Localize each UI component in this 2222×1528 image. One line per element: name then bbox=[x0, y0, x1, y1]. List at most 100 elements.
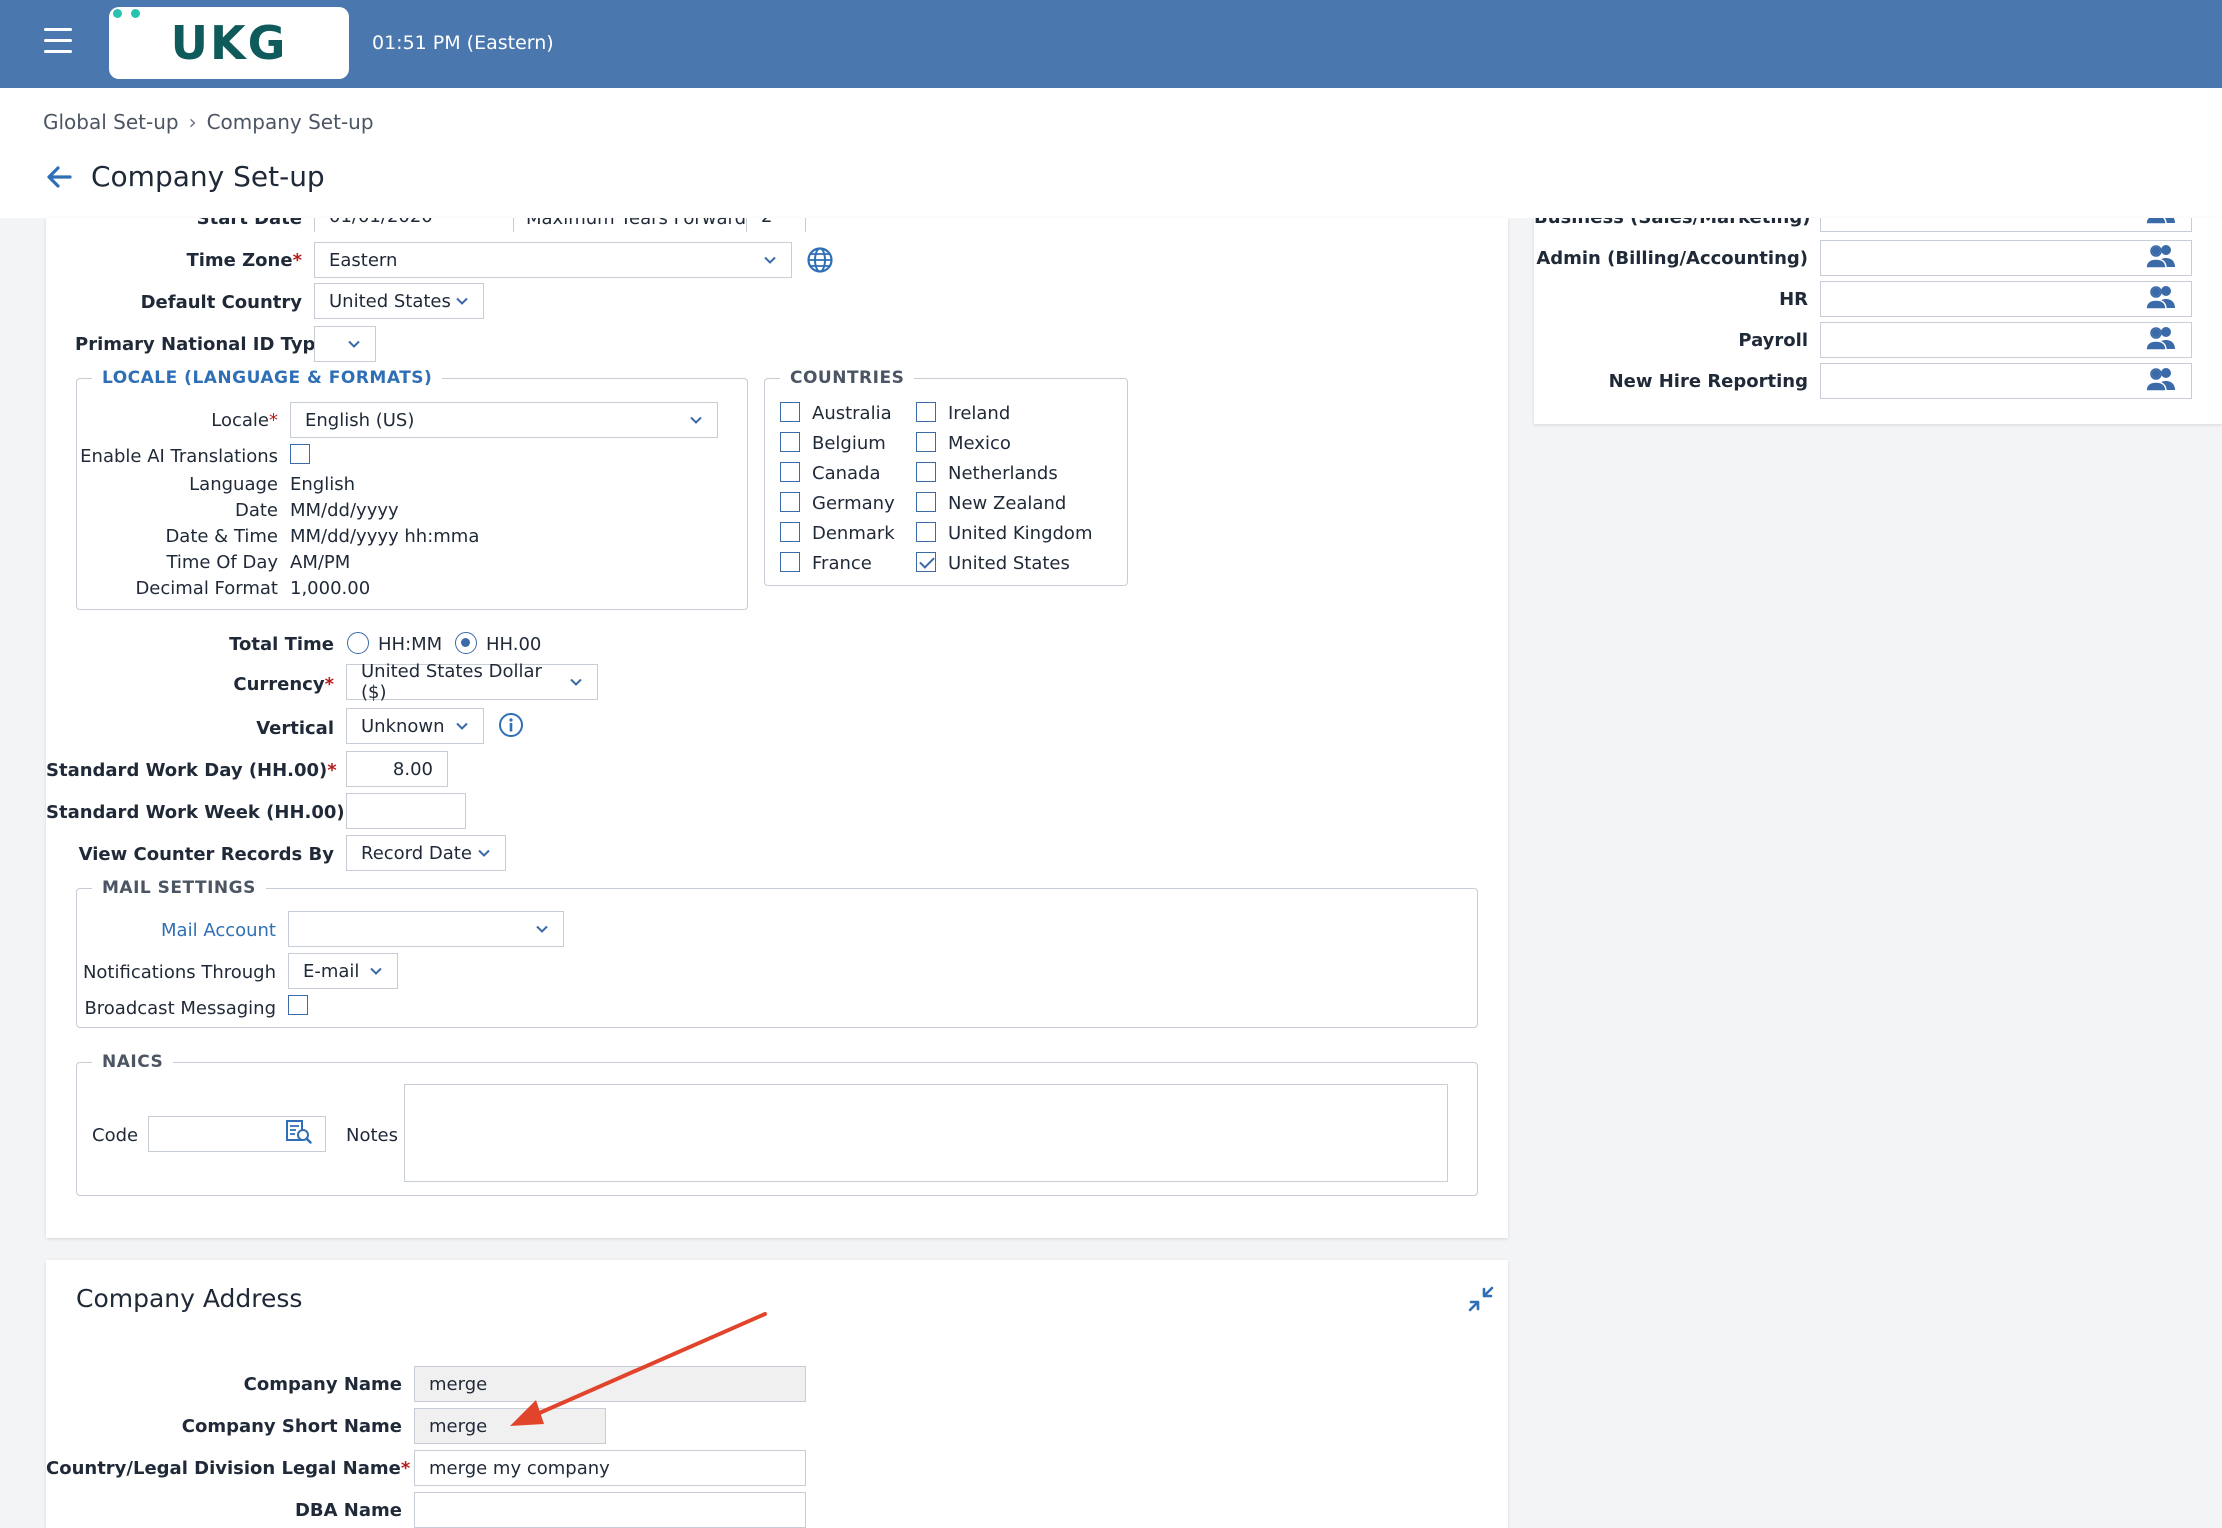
country-label: United Kingdom bbox=[948, 523, 1093, 544]
datetime-format-value: MM/dd/yyyy hh:mma bbox=[290, 526, 480, 547]
time-zone-select[interactable]: Eastern bbox=[314, 242, 792, 278]
counter-records-label: View Counter Records By bbox=[78, 844, 334, 865]
users-icon[interactable] bbox=[2145, 218, 2177, 230]
business-contact-input[interactable] bbox=[1820, 218, 2192, 232]
default-country-select[interactable]: United States bbox=[314, 283, 484, 319]
notifications-select[interactable]: E-mail bbox=[288, 953, 398, 989]
country-checkbox[interactable] bbox=[780, 492, 800, 512]
country-label: France bbox=[812, 553, 872, 574]
ai-translations-checkbox[interactable] bbox=[290, 444, 310, 464]
mail-account-select[interactable] bbox=[288, 911, 564, 947]
country-checkbox[interactable] bbox=[916, 552, 936, 572]
country-checkbox[interactable] bbox=[780, 522, 800, 542]
vertical-label: Vertical bbox=[256, 718, 334, 739]
vertical-value: Unknown bbox=[361, 715, 445, 737]
counter-records-select[interactable]: Record Date bbox=[346, 835, 506, 871]
datetime-format-label: Date & Time bbox=[165, 526, 278, 547]
country-checkbox[interactable] bbox=[916, 492, 936, 512]
broadcast-checkbox[interactable] bbox=[288, 995, 308, 1015]
locale-select[interactable]: English (US) bbox=[290, 402, 718, 438]
naics-code-label: Code bbox=[92, 1125, 139, 1146]
contact-input[interactable] bbox=[1820, 281, 2192, 317]
broadcast-label: Broadcast Messaging bbox=[84, 998, 276, 1019]
mail-account-link[interactable]: Mail Account bbox=[76, 920, 276, 941]
country-checkbox[interactable] bbox=[916, 402, 936, 422]
globe-icon[interactable] bbox=[806, 246, 834, 279]
time-zone-label: Time Zone* bbox=[186, 250, 302, 271]
company-short-name-value: merge bbox=[429, 1415, 488, 1437]
decimal-format-label: Decimal Format bbox=[135, 578, 278, 599]
chevron-down-icon bbox=[347, 337, 361, 351]
contact-label: Payroll bbox=[1738, 330, 1808, 351]
countries-group-title: COUNTRIES bbox=[780, 368, 915, 388]
dba-name-input[interactable] bbox=[414, 1492, 806, 1528]
decimal-format-value: 1,000.00 bbox=[290, 578, 371, 599]
time-zone-value: Eastern bbox=[329, 249, 398, 271]
dba-name-label: DBA Name bbox=[294, 1500, 402, 1521]
national-id-select[interactable] bbox=[314, 326, 376, 362]
work-day-label: Standard Work Day (HH.00)* bbox=[46, 760, 337, 781]
chevron-down-icon bbox=[535, 922, 549, 936]
locale-value: English (US) bbox=[305, 409, 415, 431]
users-icon[interactable] bbox=[2145, 325, 2177, 356]
company-name-value: merge bbox=[429, 1373, 488, 1395]
collapse-icon[interactable] bbox=[1468, 1286, 1494, 1317]
contact-input[interactable] bbox=[1820, 322, 2192, 358]
users-icon[interactable] bbox=[2145, 284, 2177, 315]
country-label: Mexico bbox=[948, 433, 1011, 454]
hamburger-menu-icon[interactable] bbox=[44, 28, 74, 58]
default-country-value: United States bbox=[329, 290, 451, 312]
work-week-input[interactable] bbox=[346, 793, 466, 829]
date-format-label: Date bbox=[234, 500, 278, 521]
start-date-input[interactable]: 01/01/2020 bbox=[314, 218, 514, 232]
start-date-label: Start Date bbox=[196, 218, 302, 229]
work-day-value: 8.00 bbox=[392, 758, 433, 780]
breadcrumb-global-setup[interactable]: Global Set-up bbox=[43, 110, 179, 134]
logo-text: UKG bbox=[170, 16, 288, 70]
legal-name-value: merge my company bbox=[429, 1457, 610, 1479]
country-checkbox[interactable] bbox=[780, 432, 800, 452]
country-checkbox[interactable] bbox=[916, 462, 936, 482]
contact-input[interactable] bbox=[1820, 240, 2192, 276]
chevron-down-icon bbox=[477, 846, 491, 860]
currency-select[interactable]: United States Dollar ($) bbox=[346, 661, 598, 703]
chevron-down-icon bbox=[455, 294, 469, 308]
info-icon[interactable] bbox=[498, 712, 524, 743]
country-label: Germany bbox=[812, 493, 895, 514]
total-time-hhmm-radio[interactable] bbox=[347, 632, 369, 654]
users-icon[interactable] bbox=[2145, 366, 2177, 397]
country-checkbox[interactable] bbox=[780, 552, 800, 572]
currency-value: United States Dollar ($) bbox=[361, 661, 542, 703]
page-title: Company Set-up bbox=[91, 160, 325, 193]
contact-input[interactable] bbox=[1820, 363, 2192, 399]
naics-notes-textarea[interactable] bbox=[404, 1084, 1448, 1182]
back-arrow-icon[interactable] bbox=[44, 162, 76, 194]
country-checkbox[interactable] bbox=[780, 402, 800, 422]
naics-code-input[interactable] bbox=[148, 1116, 326, 1152]
lookup-search-icon[interactable] bbox=[285, 1119, 313, 1150]
vertical-select[interactable]: Unknown bbox=[346, 708, 484, 744]
breadcrumb-company-setup: Company Set-up bbox=[206, 110, 374, 134]
max-years-input[interactable]: 2 bbox=[746, 218, 806, 232]
users-icon[interactable] bbox=[2145, 243, 2177, 274]
country-label: Belgium bbox=[812, 433, 886, 454]
naics-notes-label: Notes bbox=[346, 1125, 398, 1146]
date-format-value: MM/dd/yyyy bbox=[290, 500, 399, 521]
country-label: Australia bbox=[812, 403, 892, 424]
country-checkbox[interactable] bbox=[780, 462, 800, 482]
time-of-day-label: Time Of Day bbox=[166, 552, 278, 573]
naics-title: NAICS bbox=[92, 1052, 174, 1072]
country-label: United States bbox=[948, 553, 1070, 574]
chevron-down-icon bbox=[689, 413, 703, 427]
country-label: Canada bbox=[812, 463, 881, 484]
total-time-hh00-radio[interactable] bbox=[455, 632, 477, 654]
logo[interactable]: UKG bbox=[109, 7, 349, 79]
legal-name-input[interactable]: merge my company bbox=[414, 1450, 806, 1486]
country-checkbox[interactable] bbox=[916, 432, 936, 452]
work-week-label: Standard Work Week (HH.00) bbox=[46, 802, 345, 823]
company-name-label: Company Name bbox=[243, 1374, 402, 1395]
country-checkbox[interactable] bbox=[916, 522, 936, 542]
locale-label-text: Locale bbox=[211, 410, 269, 431]
work-day-input[interactable]: 8.00 bbox=[346, 751, 448, 787]
country-label: Ireland bbox=[948, 403, 1011, 424]
